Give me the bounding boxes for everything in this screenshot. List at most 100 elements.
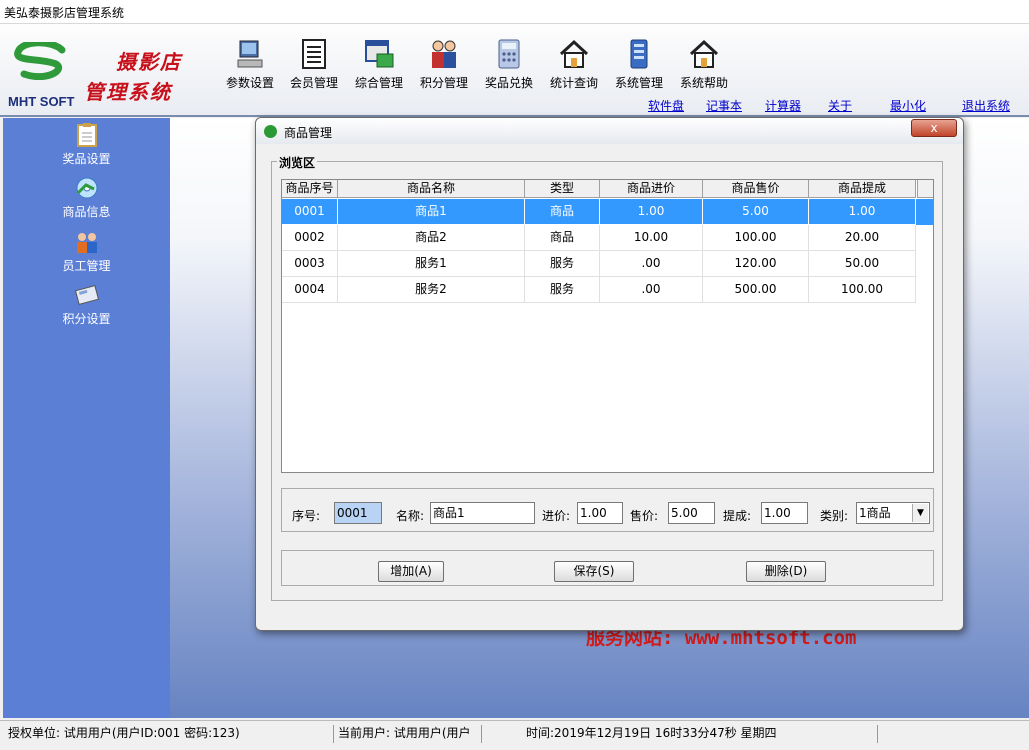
table-cell: .00 (600, 251, 703, 277)
window-titlebar: 美弘泰摄影店管理系统 (0, 0, 1029, 24)
table-cell: 商品2 (338, 225, 525, 251)
disc-icon (76, 177, 97, 199)
add-button[interactable]: 增加(A) (378, 561, 444, 582)
logo-brand: MHT SOFT (8, 94, 75, 109)
toolbar-general-management[interactable]: 综合管理 (347, 38, 411, 90)
sidebar-item-staff-management[interactable]: 员工管理 (3, 229, 170, 277)
link-minimize[interactable]: 最小化 (890, 97, 926, 114)
table-cell: 100.00 (703, 225, 809, 251)
link-about[interactable]: 关于 (828, 97, 852, 114)
category-label: 类别: (820, 509, 849, 523)
column-header[interactable]: 商品售价 (703, 180, 809, 198)
table-cell: 服务 (525, 277, 600, 303)
status-time: 时间:2019年12月19日 16时33分47秒 星期四 (522, 725, 878, 743)
table-cell: 120.00 (703, 251, 809, 277)
column-header[interactable]: 商品提成 (809, 180, 916, 198)
calculator-icon (498, 39, 520, 69)
toolbar-member-management[interactable]: 会员管理 (282, 38, 346, 90)
price-label: 售价: (630, 509, 659, 523)
staff-icon (76, 233, 97, 253)
logo-line2: 管理系统 (84, 80, 172, 104)
status-current-user: 当前用户: 试用用户(用户 (334, 725, 482, 743)
mht-logo-icon (14, 42, 66, 80)
sidebar: 奖品设置 商品信息 员工管理 积分设置 (3, 118, 170, 718)
table-cell: 20.00 (809, 225, 916, 251)
table-cell: .00 (600, 277, 703, 303)
window-folder-icon (365, 40, 394, 68)
table-row[interactable]: 0001 商品1 商品 1.00 5.00 1.00 (282, 199, 916, 225)
table-cell: 1.00 (600, 199, 703, 225)
table-cell: 0003 (282, 251, 338, 277)
table-cell: 10.00 (600, 225, 703, 251)
computer-icon (237, 40, 263, 68)
table-cell: 商品 (525, 225, 600, 251)
toolbar-parameter-settings[interactable]: 参数设置 (218, 38, 282, 90)
button-panel: 增加(A) 保存(S) 删除(D) (281, 550, 934, 586)
toolbar-system-help[interactable]: 系统帮助 (672, 38, 736, 90)
cost-label: 进价: (542, 509, 571, 523)
dialog-titlebar: 商品管理 x (256, 118, 963, 144)
toolbar-system-management[interactable]: 系统管理 (607, 38, 671, 90)
close-button[interactable]: x (911, 119, 957, 137)
table-cell: 500.00 (703, 277, 809, 303)
link-calculator[interactable]: 计算器 (765, 97, 801, 114)
save-button[interactable]: 保存(S) (554, 561, 634, 582)
table-cell: 1.00 (809, 199, 916, 225)
column-header[interactable]: 商品序号 (282, 180, 338, 198)
status-authorized-org: 授权单位: 试用用户(用户ID:001 密码:123) (4, 725, 334, 743)
toolbar-statistics-query[interactable]: 统计查询 (542, 38, 606, 90)
product-management-dialog: 商品管理 x 浏览区 商品序号 商品名称 类型 商品进价 商品售价 商品提成 0… (255, 117, 964, 631)
product-table[interactable]: 商品序号 商品名称 类型 商品进价 商品售价 商品提成 0001 商品1 商品 … (281, 179, 934, 473)
window-title: 美弘泰摄影店管理系统 (4, 6, 125, 20)
sidebar-item-prize-settings[interactable]: 奖品设置 (3, 122, 170, 170)
toolbar-prize-exchange[interactable]: 奖品兑换 (477, 38, 541, 90)
table-cell: 0004 (282, 277, 338, 303)
table-cell: 服务 (525, 251, 600, 277)
sidebar-item-product-info[interactable]: 商品信息 (3, 175, 170, 223)
column-header[interactable]: 商品名称 (338, 180, 525, 198)
logo-line1: 摄影店 (116, 50, 182, 74)
house-icon (559, 39, 589, 68)
id-field[interactable]: 0001 (334, 502, 382, 524)
dialog-title: 商品管理 (284, 126, 333, 140)
table-cell: 商品 (525, 199, 600, 225)
commission-field[interactable]: 1.00 (761, 502, 808, 524)
table-cell: 50.00 (809, 251, 916, 277)
clipboard-icon (76, 123, 97, 147)
table-row[interactable]: 0002 商品2 商品 10.00 100.00 20.00 (282, 225, 916, 251)
table-cell: 服务1 (338, 251, 525, 277)
app-logo: MHT SOFT 摄影店 管理系统 (4, 38, 204, 109)
browse-legend: 浏览区 (277, 154, 318, 171)
link-soft-keyboard[interactable]: 软件盘 (648, 97, 684, 114)
row-selection-highlight (916, 199, 933, 225)
commission-label: 提成: (723, 509, 752, 523)
category-select-value: 1商品 (859, 506, 891, 520)
table-row[interactable]: 0004 服务2 服务 .00 500.00 100.00 (282, 277, 916, 303)
name-field[interactable]: 商品1 (430, 502, 535, 524)
table-row[interactable]: 0003 服务1 服务 .00 120.00 50.00 (282, 251, 916, 277)
sidebar-item-points-settings[interactable]: 积分设置 (3, 282, 170, 330)
toolbar-points-management[interactable]: 积分管理 (412, 38, 476, 90)
table-cell: 商品1 (338, 199, 525, 225)
table-cell: 0002 (282, 225, 338, 251)
status-bar: 授权单位: 试用用户(用户ID:001 密码:123) 当前用户: 试用用户(用… (0, 720, 1029, 750)
scrollbar-corner (917, 180, 933, 198)
link-exit-system[interactable]: 退出系统 (962, 97, 1010, 114)
table-cell: 100.00 (809, 277, 916, 303)
edit-form: 序号: 0001 名称: 商品1 进价: 1.00 售价: 5.00 提成: 1… (281, 488, 934, 532)
top-toolbar: MHT SOFT 摄影店 管理系统 参数设置 会员管理 综合管理 积分管理 奖品… (0, 24, 1029, 117)
column-header[interactable]: 类型 (525, 180, 600, 198)
table-cell: 服务2 (338, 277, 525, 303)
people-icon (432, 40, 456, 68)
delete-button[interactable]: 删除(D) (746, 561, 826, 582)
column-header[interactable]: 商品进价 (600, 180, 703, 198)
link-notepad[interactable]: 记事本 (706, 97, 742, 114)
cost-field[interactable]: 1.00 (577, 502, 623, 524)
dropdown-arrow-icon[interactable]: ▼ (912, 504, 928, 522)
category-select[interactable]: 1商品 ▼ (856, 502, 930, 524)
table-cell: 0001 (282, 199, 338, 225)
name-label: 名称: (396, 509, 425, 523)
price-field[interactable]: 5.00 (668, 502, 715, 524)
house-icon (689, 39, 719, 68)
document-list-icon (302, 39, 326, 69)
